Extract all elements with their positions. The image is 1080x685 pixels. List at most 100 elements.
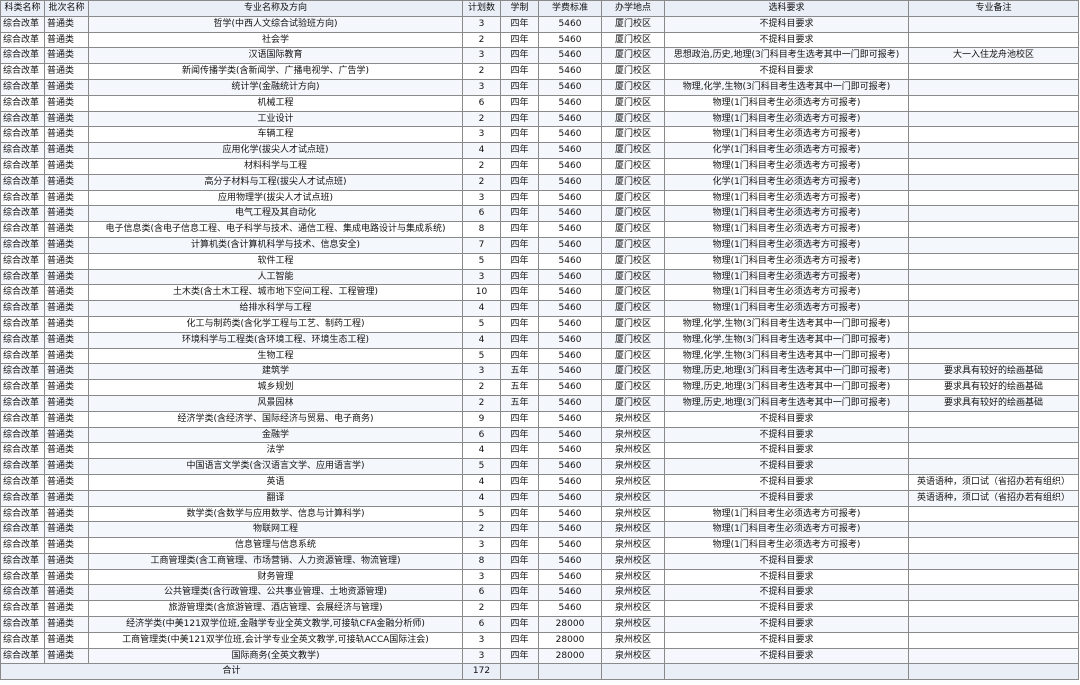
cell-major: 英语 <box>88 473 463 491</box>
cell-duration: 四年 <box>500 347 539 365</box>
cell-major: 电子信息类(含电子信息工程、电子科学与技术、通信工程、集成电路设计与集成系统) <box>88 221 463 238</box>
cell-remarks: 要求具有较好的绘画基础 <box>908 363 1079 381</box>
cell-duration: 四年 <box>500 552 539 570</box>
table-row: 综合改革 普通类 环境科学与工程类(含环境工程、环境生态工程) 4 四年 5460 厦门校区… <box>0 331 1079 349</box>
cell-major: 人工智能 <box>88 268 463 286</box>
total-empty <box>500 663 539 681</box>
cell-remarks: 英语语种，须口试（省招办若有组织） <box>908 489 1079 507</box>
cell-campus: 厦门校区 <box>601 347 665 365</box>
cell-major: 软件工程 <box>88 252 463 270</box>
cell-tuition: 5460 <box>538 94 602 112</box>
cell-category: 综合改革 <box>0 473 45 491</box>
cell-subject-requirement: 物理(1门科目考生必须选考方可报考) <box>664 284 909 302</box>
cell-major: 计算机类(含计算机科学与技术、信息安全) <box>88 236 463 254</box>
cell-major: 经济学类(中美121双学位班,金融学专业全英文教学,可接轨CFA金融分析师) <box>88 616 463 633</box>
cell-duration: 四年 <box>500 647 539 665</box>
cell-plan-count: 2 <box>462 173 501 191</box>
cell-remarks <box>908 268 1079 286</box>
cell-remarks <box>908 78 1079 96</box>
cell-remarks <box>908 236 1079 254</box>
table-row: 综合改革 普通类 给排水科学与工程 4 四年 5460 厦门校区 物理(1门科目考生必须选考方… <box>0 300 1079 317</box>
cell-subject-requirement: 物理(1门科目考生必须选考方可报考) <box>664 252 909 270</box>
cell-remarks <box>908 331 1079 349</box>
cell-category: 综合改革 <box>0 173 45 191</box>
cell-plan-count: 2 <box>462 521 501 539</box>
cell-plan-count: 5 <box>462 347 501 365</box>
table-row: 综合改革 普通类 应用物理学(拔尖人才试点班) 3 四年 5460 厦门校区 物理(1门科目考… <box>0 189 1079 207</box>
cell-tuition: 5460 <box>538 473 602 491</box>
cell-duration: 四年 <box>500 63 539 80</box>
cell-subject-requirement: 化学(1门科目考生必须选考方可报考) <box>664 142 909 159</box>
cell-tuition: 5460 <box>538 78 602 96</box>
cell-duration: 四年 <box>500 110 539 128</box>
cell-duration: 四年 <box>500 584 539 602</box>
cell-subject-requirement: 物理,历史,地理(3门科目考生选考其中一门即可报考) <box>664 363 909 381</box>
cell-subject-requirement: 物理(1门科目考生必须选考方可报考) <box>664 94 909 112</box>
cell-tuition: 5460 <box>538 300 602 317</box>
cell-campus: 厦门校区 <box>601 15 665 33</box>
cell-subject-requirement: 不提科目要求 <box>664 442 909 460</box>
cell-plan-count: 6 <box>462 94 501 112</box>
cell-plan-count: 6 <box>462 205 501 223</box>
cell-category: 综合改革 <box>0 126 45 144</box>
total-empty <box>601 663 665 681</box>
table-row: 综合改革 普通类 翻译 4 四年 5460 泉州校区 不提科目要求 英语语种，须口试（省招办若有… <box>0 489 1079 507</box>
cell-remarks <box>908 15 1079 33</box>
cell-remarks <box>908 631 1079 649</box>
header-tuition: 学费标准 <box>538 0 602 17</box>
cell-plan-count: 2 <box>462 600 501 618</box>
cell-batch: 普通类 <box>44 252 89 270</box>
cell-tuition: 5460 <box>538 63 602 80</box>
cell-remarks: 要求具有较好的绘画基础 <box>908 379 1079 396</box>
cell-campus: 厦门校区 <box>601 126 665 144</box>
cell-campus: 厦门校区 <box>601 110 665 128</box>
cell-major: 公共管理类(含行政管理、公共事业管理、土地资源管理) <box>88 584 463 602</box>
cell-batch: 普通类 <box>44 347 89 365</box>
cell-campus: 泉州校区 <box>601 568 665 586</box>
cell-tuition: 5460 <box>538 142 602 159</box>
cell-subject-requirement: 物理(1门科目考生必须选考方可报考) <box>664 110 909 128</box>
cell-remarks <box>908 568 1079 586</box>
cell-duration: 四年 <box>500 315 539 333</box>
cell-plan-count: 5 <box>462 458 501 475</box>
cell-plan-count: 5 <box>462 252 501 270</box>
cell-batch: 普通类 <box>44 331 89 349</box>
cell-major: 新闻传播学类(含新闻学、广播电视学、广告学) <box>88 63 463 80</box>
cell-plan-count: 3 <box>462 189 501 207</box>
cell-plan-count: 5 <box>462 505 501 523</box>
cell-batch: 普通类 <box>44 142 89 159</box>
cell-duration: 四年 <box>500 489 539 507</box>
cell-campus: 泉州校区 <box>601 647 665 665</box>
cell-subject-requirement: 物理(1门科目考生必须选考方可报考) <box>664 221 909 238</box>
total-label: 合计 <box>0 663 463 681</box>
cell-subject-requirement: 不提科目要求 <box>664 15 909 33</box>
cell-category: 综合改革 <box>0 236 45 254</box>
table-row: 综合改革 普通类 经济学类(含经济学、国际经济与贸易、电子商务) 9 四年 5460 泉州校… <box>0 410 1079 428</box>
header-campus: 办学地点 <box>601 0 665 17</box>
cell-duration: 四年 <box>500 126 539 144</box>
cell-tuition: 5460 <box>538 584 602 602</box>
table-row: 综合改革 普通类 软件工程 5 四年 5460 厦门校区 物理(1门科目考生必须选考方可报考) <box>0 252 1079 270</box>
table-row: 综合改革 普通类 公共管理类(含行政管理、公共事业管理、土地资源管理) 6 四年 5460… <box>0 584 1079 602</box>
cell-major: 工业设计 <box>88 110 463 128</box>
cell-category: 综合改革 <box>0 78 45 96</box>
table-row: 综合改革 普通类 哲学(中西人文综合试验班方向) 3 四年 5460 厦门校区 不提科目要求 <box>0 15 1079 33</box>
cell-major: 车辆工程 <box>88 126 463 144</box>
cell-campus: 泉州校区 <box>601 600 665 618</box>
cell-remarks <box>908 647 1079 665</box>
cell-duration: 四年 <box>500 284 539 302</box>
cell-plan-count: 2 <box>462 110 501 128</box>
cell-plan-count: 3 <box>462 537 501 554</box>
cell-tuition: 5460 <box>538 442 602 460</box>
cell-category: 综合改革 <box>0 616 45 633</box>
cell-duration: 四年 <box>500 78 539 96</box>
cell-campus: 泉州校区 <box>601 442 665 460</box>
cell-campus: 厦门校区 <box>601 205 665 223</box>
cell-duration: 四年 <box>500 426 539 444</box>
cell-batch: 普通类 <box>44 410 89 428</box>
cell-subject-requirement: 物理(1门科目考生必须选考方可报考) <box>664 157 909 175</box>
cell-major: 社会学 <box>88 31 463 49</box>
cell-subject-requirement: 不提科目要求 <box>664 410 909 428</box>
cell-plan-count: 7 <box>462 236 501 254</box>
cell-plan-count: 8 <box>462 221 501 238</box>
